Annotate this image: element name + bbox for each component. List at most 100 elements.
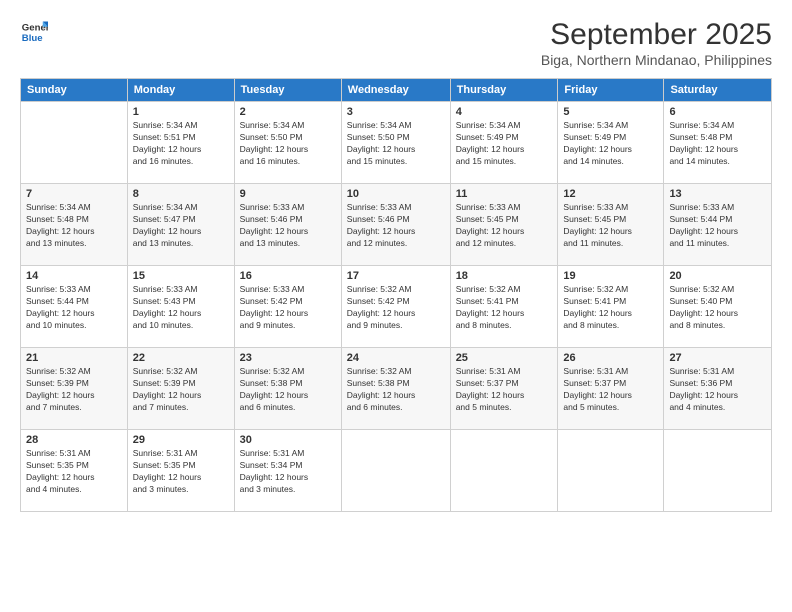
day-header-tuesday: Tuesday <box>234 79 341 102</box>
day-info: Sunrise: 5:34 AM Sunset: 5:49 PM Dayligh… <box>563 120 658 168</box>
calendar-cell: 27 Sunrise: 5:31 AM Sunset: 5:36 PM Dayli… <box>664 348 772 430</box>
calendar-week-1: 1 Sunrise: 5:34 AM Sunset: 5:51 PM Daylig… <box>21 102 772 184</box>
day-number: 6 <box>669 106 766 118</box>
calendar-cell: 26Sunrise: 5:31 AM Sunset: 5:37 PM Dayli… <box>558 348 664 430</box>
month-title: September 2025 <box>541 18 772 52</box>
day-info: Sunrise: 5:33 AM Sunset: 5:44 PM Dayligh… <box>669 202 766 250</box>
day-info: Sunrise: 5:34 AM Sunset: 5:50 PM Dayligh… <box>240 120 336 168</box>
calendar-cell: 18 Sunrise: 5:32 AM Sunset: 5:41 PM Dayli… <box>450 266 558 348</box>
day-info: Sunrise: 5:31 AM Sunset: 5:35 PM Dayligh… <box>26 448 122 496</box>
calendar-cell <box>450 430 558 512</box>
day-info: Sunrise: 5:31 AM Sunset: 5:36 PM Dayligh… <box>669 366 766 414</box>
calendar-cell: 13 Sunrise: 5:33 AM Sunset: 5:44 PM Dayli… <box>664 184 772 266</box>
calendar-cell: 7 Sunrise: 5:34 AM Sunset: 5:48 PM Daylig… <box>21 184 128 266</box>
day-number: 12 <box>563 188 658 200</box>
day-info: Sunrise: 5:34 AM Sunset: 5:48 PM Dayligh… <box>26 202 122 250</box>
day-info: Sunrise: 5:32 AM Sunset: 5:39 PM Dayligh… <box>26 366 122 414</box>
day-header-friday: Friday <box>558 79 664 102</box>
day-info: Sunrise: 5:33 AM Sunset: 5:42 PM Dayligh… <box>240 284 336 332</box>
day-number: 11 <box>456 188 553 200</box>
day-number: 25 <box>456 352 553 364</box>
calendar-cell: 21Sunrise: 5:32 AM Sunset: 5:39 PM Dayli… <box>21 348 128 430</box>
day-info: Sunrise: 5:34 AM Sunset: 5:48 PM Dayligh… <box>669 120 766 168</box>
day-info: Sunrise: 5:32 AM Sunset: 5:40 PM Dayligh… <box>669 284 766 332</box>
calendar-cell: 15 Sunrise: 5:33 AM Sunset: 5:43 PM Dayli… <box>127 266 234 348</box>
day-number: 3 <box>347 106 445 118</box>
calendar-cell: 20Sunrise: 5:32 AM Sunset: 5:40 PM Dayli… <box>664 266 772 348</box>
day-info: Sunrise: 5:31 AM Sunset: 5:37 PM Dayligh… <box>456 366 553 414</box>
day-info: Sunrise: 5:32 AM Sunset: 5:39 PM Dayligh… <box>133 366 229 414</box>
day-header-monday: Monday <box>127 79 234 102</box>
calendar-cell <box>558 430 664 512</box>
calendar-cell: 19 Sunrise: 5:32 AM Sunset: 5:41 PM Dayli… <box>558 266 664 348</box>
day-header-wednesday: Wednesday <box>341 79 450 102</box>
calendar-cell: 3 Sunrise: 5:34 AM Sunset: 5:50 PM Daylig… <box>341 102 450 184</box>
logo-icon: General Blue <box>20 18 48 46</box>
logo: General Blue <box>20 18 48 46</box>
calendar-cell: 4 Sunrise: 5:34 AM Sunset: 5:49 PM Daylig… <box>450 102 558 184</box>
calendar-cell: 14 Sunrise: 5:33 AM Sunset: 5:44 PM Dayli… <box>21 266 128 348</box>
day-number: 26 <box>563 352 658 364</box>
day-number: 14 <box>26 270 122 282</box>
day-number: 17 <box>347 270 445 282</box>
day-info: Sunrise: 5:33 AM Sunset: 5:44 PM Dayligh… <box>26 284 122 332</box>
day-number: 16 <box>240 270 336 282</box>
calendar-week-3: 14 Sunrise: 5:33 AM Sunset: 5:44 PM Dayli… <box>21 266 772 348</box>
day-number: 4 <box>456 106 553 118</box>
day-number: 18 <box>456 270 553 282</box>
calendar-cell: 22 Sunrise: 5:32 AM Sunset: 5:39 PM Dayli… <box>127 348 234 430</box>
day-info: Sunrise: 5:33 AM Sunset: 5:43 PM Dayligh… <box>133 284 229 332</box>
calendar-cell <box>341 430 450 512</box>
day-number: 22 <box>133 352 229 364</box>
calendar-header-row: SundayMondayTuesdayWednesdayThursdayFrid… <box>21 79 772 102</box>
day-number: 13 <box>669 188 766 200</box>
day-info: Sunrise: 5:33 AM Sunset: 5:46 PM Dayligh… <box>240 202 336 250</box>
calendar-cell <box>21 102 128 184</box>
day-number: 1 <box>133 106 229 118</box>
day-number: 8 <box>133 188 229 200</box>
calendar-cell: 23 Sunrise: 5:32 AM Sunset: 5:38 PM Dayli… <box>234 348 341 430</box>
day-number: 19 <box>563 270 658 282</box>
day-number: 30 <box>240 434 336 446</box>
day-info: Sunrise: 5:31 AM Sunset: 5:35 PM Dayligh… <box>133 448 229 496</box>
day-info: Sunrise: 5:34 AM Sunset: 5:47 PM Dayligh… <box>133 202 229 250</box>
day-info: Sunrise: 5:32 AM Sunset: 5:38 PM Dayligh… <box>240 366 336 414</box>
calendar-week-4: 21Sunrise: 5:32 AM Sunset: 5:39 PM Dayli… <box>21 348 772 430</box>
calendar-cell: 16 Sunrise: 5:33 AM Sunset: 5:42 PM Dayli… <box>234 266 341 348</box>
day-number: 7 <box>26 188 122 200</box>
calendar-week-2: 7 Sunrise: 5:34 AM Sunset: 5:48 PM Daylig… <box>21 184 772 266</box>
calendar-cell: 8 Sunrise: 5:34 AM Sunset: 5:47 PM Daylig… <box>127 184 234 266</box>
calendar-cell <box>664 430 772 512</box>
calendar-cell: 11 Sunrise: 5:33 AM Sunset: 5:45 PM Dayli… <box>450 184 558 266</box>
day-info: Sunrise: 5:32 AM Sunset: 5:41 PM Dayligh… <box>563 284 658 332</box>
day-number: 23 <box>240 352 336 364</box>
day-info: Sunrise: 5:34 AM Sunset: 5:51 PM Dayligh… <box>133 120 229 168</box>
calendar-cell: 9 Sunrise: 5:33 AM Sunset: 5:46 PM Daylig… <box>234 184 341 266</box>
calendar-cell: 2Sunrise: 5:34 AM Sunset: 5:50 PM Daylig… <box>234 102 341 184</box>
location-subtitle: Biga, Northern Mindanao, Philippines <box>541 52 772 68</box>
calendar-week-5: 28 Sunrise: 5:31 AM Sunset: 5:35 PM Dayli… <box>21 430 772 512</box>
calendar-table: SundayMondayTuesdayWednesdayThursdayFrid… <box>20 78 772 512</box>
day-number: 28 <box>26 434 122 446</box>
day-number: 15 <box>133 270 229 282</box>
day-info: Sunrise: 5:33 AM Sunset: 5:45 PM Dayligh… <box>563 202 658 250</box>
day-number: 29 <box>133 434 229 446</box>
day-info: Sunrise: 5:34 AM Sunset: 5:49 PM Dayligh… <box>456 120 553 168</box>
calendar-cell: 24Sunrise: 5:32 AM Sunset: 5:38 PM Dayli… <box>341 348 450 430</box>
day-number: 9 <box>240 188 336 200</box>
calendar-cell: 29 Sunrise: 5:31 AM Sunset: 5:35 PM Dayli… <box>127 430 234 512</box>
page-header: General Blue September 2025 Biga, Northe… <box>20 18 772 68</box>
day-info: Sunrise: 5:31 AM Sunset: 5:34 PM Dayligh… <box>240 448 336 496</box>
day-info: Sunrise: 5:33 AM Sunset: 5:45 PM Dayligh… <box>456 202 553 250</box>
day-number: 27 <box>669 352 766 364</box>
calendar-cell: 5Sunrise: 5:34 AM Sunset: 5:49 PM Daylig… <box>558 102 664 184</box>
day-header-sunday: Sunday <box>21 79 128 102</box>
calendar-cell: 28 Sunrise: 5:31 AM Sunset: 5:35 PM Dayli… <box>21 430 128 512</box>
calendar-cell: 12 Sunrise: 5:33 AM Sunset: 5:45 PM Dayli… <box>558 184 664 266</box>
calendar-cell: 6 Sunrise: 5:34 AM Sunset: 5:48 PM Daylig… <box>664 102 772 184</box>
day-info: Sunrise: 5:32 AM Sunset: 5:41 PM Dayligh… <box>456 284 553 332</box>
title-block: September 2025 Biga, Northern Mindanao, … <box>541 18 772 68</box>
day-header-saturday: Saturday <box>664 79 772 102</box>
day-info: Sunrise: 5:34 AM Sunset: 5:50 PM Dayligh… <box>347 120 445 168</box>
day-number: 24 <box>347 352 445 364</box>
